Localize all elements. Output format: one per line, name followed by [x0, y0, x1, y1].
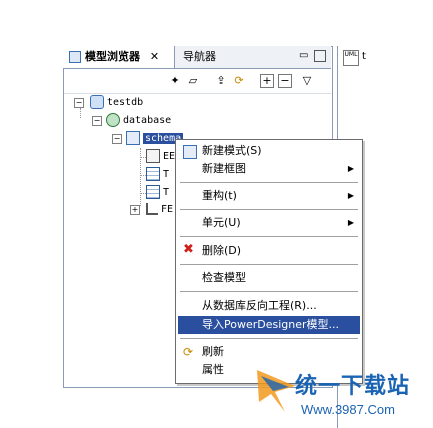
tab-navigator-label: 导航器 — [183, 50, 216, 63]
tree-node-child-1[interactable]: EE — [146, 149, 175, 165]
relation-icon — [146, 203, 158, 215]
menu-item-check-model-label: 检查模型 — [202, 271, 246, 284]
menu-item-delete[interactable]: ✖ 删除(D) — [178, 242, 360, 260]
tree-label-database: database — [123, 115, 172, 126]
schema-icon — [183, 145, 197, 159]
refresh-icon: ⟳ — [183, 345, 194, 359]
tree-node-child-2[interactable]: T — [146, 167, 169, 183]
side-panel-tab-label[interactable]: t — [362, 51, 366, 62]
collapse-toggle-database[interactable]: − — [92, 116, 102, 126]
menu-item-delete-label: 删除(D) — [202, 244, 242, 257]
menu-item-refactor-label: 重构(t) — [202, 189, 237, 202]
tab-model-browser[interactable]: 模型浏览器 ✕ — [63, 46, 175, 68]
tree-node-database[interactable]: database — [106, 113, 171, 129]
menu-item-new-diagram-label: 新建框图 — [202, 162, 246, 175]
globe-icon — [106, 113, 120, 127]
minimize-icon[interactable]: ▭ — [299, 50, 311, 62]
schema-icon — [126, 131, 140, 145]
submenu-arrow-icon: ▶ — [347, 191, 354, 200]
menu-item-new-diagram[interactable]: 新建框图 ▶ — [178, 160, 360, 178]
folder-icon[interactable]: ▱ — [186, 74, 200, 88]
tree-label-child-1: EE — [163, 151, 176, 162]
tree-node-testdb[interactable]: testdb — [90, 95, 143, 111]
watermark-brand: 统一下载站 — [295, 374, 411, 399]
tree-label-child-4: FE — [161, 204, 174, 215]
menu-item-check-model[interactable]: 检查模型 — [178, 269, 360, 287]
expand-toggle-child-4[interactable]: + — [130, 205, 140, 215]
menu-item-reverse-engineer[interactable]: 从数据库反向工程(R)... — [178, 297, 360, 315]
menu-item-import-powerdesigner[interactable]: 导入PowerDesigner模型... — [178, 316, 360, 334]
sync-icon[interactable]: ⟳ — [232, 74, 246, 88]
menu-item-properties-label: 属性 — [202, 363, 224, 376]
collapse-all-icon[interactable]: − — [278, 74, 292, 88]
tree-label-child-3: T — [163, 187, 170, 198]
view-toolbar: ✦ ▱ ⇪ ⟳ + − ▽ — [64, 69, 331, 94]
context-menu: 新建模式(S) 新建框图 ▶ 重构(t) ▶ 单元(U) ▶ ✖ 删除(D) 检… — [175, 139, 363, 384]
tree-label-testdb: testdb — [107, 97, 144, 108]
table-icon — [146, 167, 160, 181]
menu-separator — [180, 291, 358, 292]
menu-item-new-schema-label: 新建模式(S) — [202, 144, 262, 157]
delete-icon: ✖ — [183, 242, 194, 257]
tree-node-child-4[interactable]: FE — [146, 202, 173, 218]
tree-node-child-3[interactable]: T — [146, 185, 169, 201]
view-menu-icon[interactable]: ▽ — [300, 74, 314, 88]
collapse-toggle-root[interactable]: − — [74, 98, 84, 108]
diagram-icon — [146, 149, 160, 163]
menu-item-refresh-label: 刷新 — [202, 345, 224, 358]
menu-item-refresh[interactable]: ⟳ 刷新 — [178, 343, 360, 361]
menu-separator — [180, 182, 358, 183]
uml-icon: UML — [343, 50, 359, 66]
expand-all-icon[interactable]: + — [260, 74, 274, 88]
maximize-icon[interactable] — [314, 50, 326, 62]
tab-navigator[interactable]: 导航器 — [177, 46, 237, 68]
tree-label-child-2: T — [163, 169, 170, 180]
new-icon[interactable]: ✦ — [168, 74, 182, 88]
submenu-arrow-icon: ▶ — [347, 218, 354, 227]
menu-item-unit-label: 单元(U) — [202, 216, 241, 229]
model-browser-icon — [69, 51, 81, 63]
menu-separator — [180, 338, 358, 339]
submenu-arrow-icon: ▶ — [347, 164, 354, 173]
menu-item-import-powerdesigner-label: 导入PowerDesigner模型... — [202, 318, 340, 331]
watermark-logo-icon — [257, 370, 295, 412]
close-icon[interactable]: ✕ — [150, 50, 159, 63]
menu-item-new-schema[interactable]: 新建模式(S) — [178, 142, 360, 160]
watermark: 统一下载站 Www.3987.Com — [255, 362, 433, 428]
view-tab-bar: 模型浏览器 ✕ 导航器 ▭ — [63, 46, 331, 69]
menu-separator — [180, 236, 358, 237]
menu-item-unit[interactable]: 单元(U) ▶ — [178, 214, 360, 232]
menu-item-refactor[interactable]: 重构(t) ▶ — [178, 187, 360, 205]
menu-item-reverse-engineer-label: 从数据库反向工程(R)... — [202, 299, 317, 312]
table-icon — [146, 185, 160, 199]
tab-model-browser-label: 模型浏览器 — [85, 50, 140, 63]
watermark-url: Www.3987.Com — [301, 402, 395, 417]
menu-separator — [180, 264, 358, 265]
database-icon — [90, 95, 104, 109]
link-icon[interactable]: ⇪ — [214, 74, 228, 88]
collapse-toggle-schema[interactable]: − — [112, 134, 122, 144]
menu-separator — [180, 209, 358, 210]
